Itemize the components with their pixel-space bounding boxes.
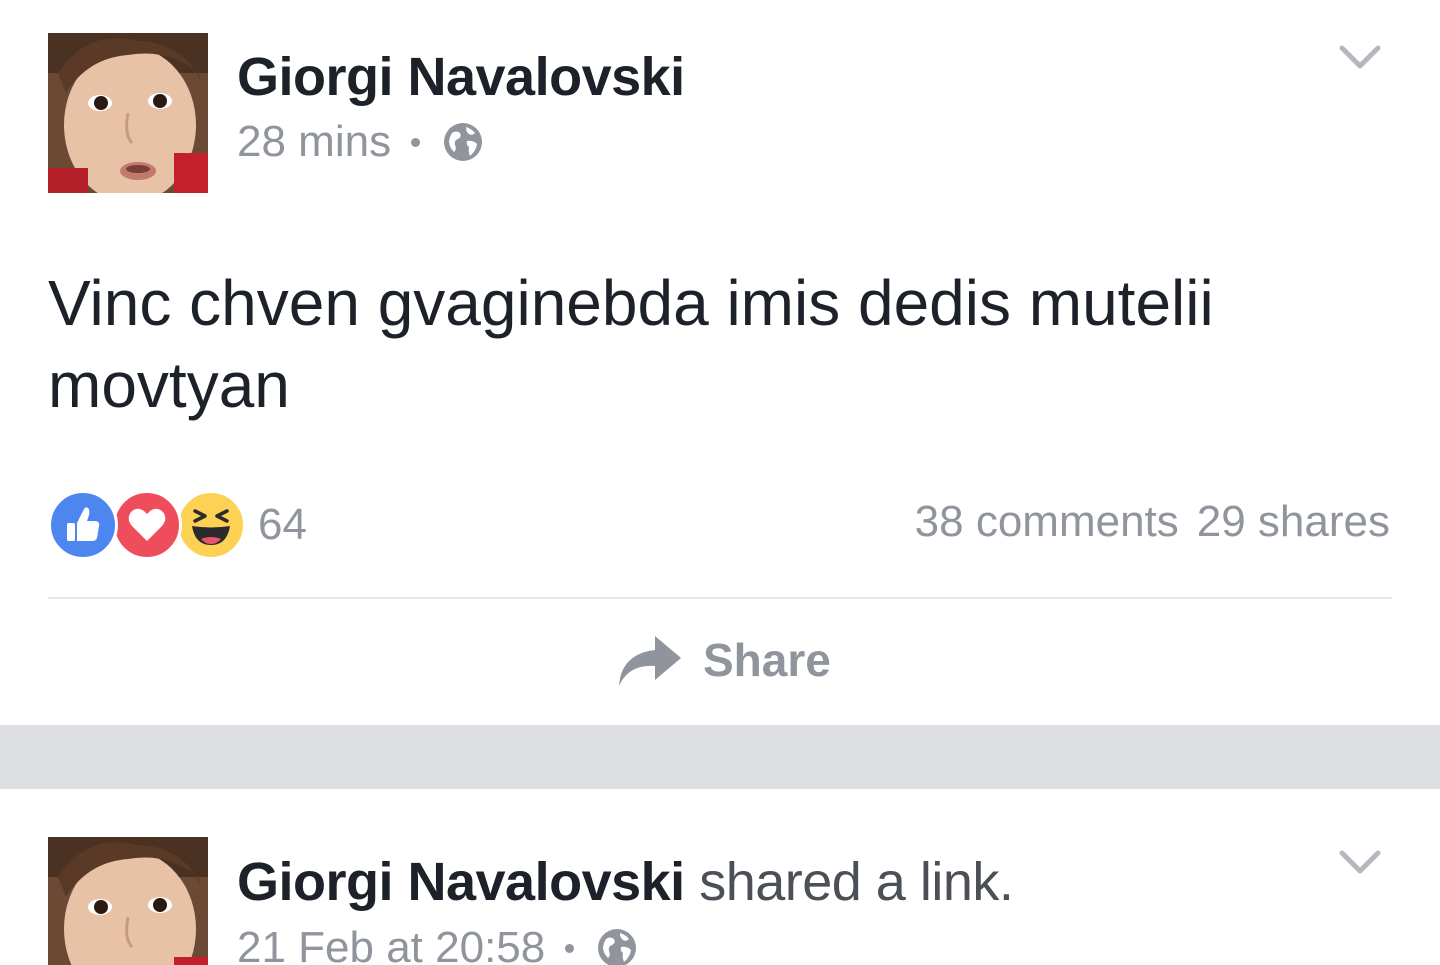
avatar-image [48,33,208,193]
reaction-count: 64 [258,500,307,549]
globe-icon [598,929,637,965]
chevron-down-icon[interactable] [1338,42,1382,72]
post-timestamp[interactable]: 28 mins [237,117,391,167]
post-text: Vinc chven gvaginebda imis dedis mutelii… [48,267,1214,421]
feed-post: Giorgi Navalovski shared a link. 21 Feb … [0,789,1440,965]
love-reaction-icon [112,490,182,560]
avatar[interactable] [48,33,208,193]
post-timestamp[interactable]: 21 Feb at 20:58 [237,923,545,965]
post-stats: 38 comments 29 shares [915,497,1390,547]
post-header-title: Giorgi Navalovski shared a link. [237,851,1014,913]
news-feed: Giorgi Navalovski 28 mins Vinc chven gva… [0,0,1440,965]
post-author-name[interactable]: Giorgi Navalovski [237,46,685,108]
share-arrow-icon [619,636,681,686]
post-action-text: shared a link. [684,852,1014,912]
feed-post: Giorgi Navalovski 28 mins Vinc chven gva… [0,0,1440,725]
feed-separator [0,725,1440,789]
like-reaction-icon [48,490,118,560]
post-meta: 21 Feb at 20:58 [237,923,638,965]
reactions-summary[interactable]: 64 [48,490,307,560]
post-meta: 28 mins [237,117,484,167]
chevron-down-icon[interactable] [1338,847,1382,877]
globe-icon [444,123,483,161]
divider [48,597,1392,599]
comments-count-link[interactable]: 38 comments [915,497,1179,546]
separator-dot [565,943,575,953]
avatar[interactable] [48,837,208,965]
shares-count-link[interactable]: 29 shares [1197,497,1390,546]
share-button[interactable]: Share [615,628,831,692]
share-button-label: Share [703,634,831,686]
post-author-name[interactable]: Giorgi Navalovski [237,852,685,912]
haha-reaction-icon [176,490,246,560]
avatar-image [48,837,208,965]
separator-dot [411,137,421,147]
